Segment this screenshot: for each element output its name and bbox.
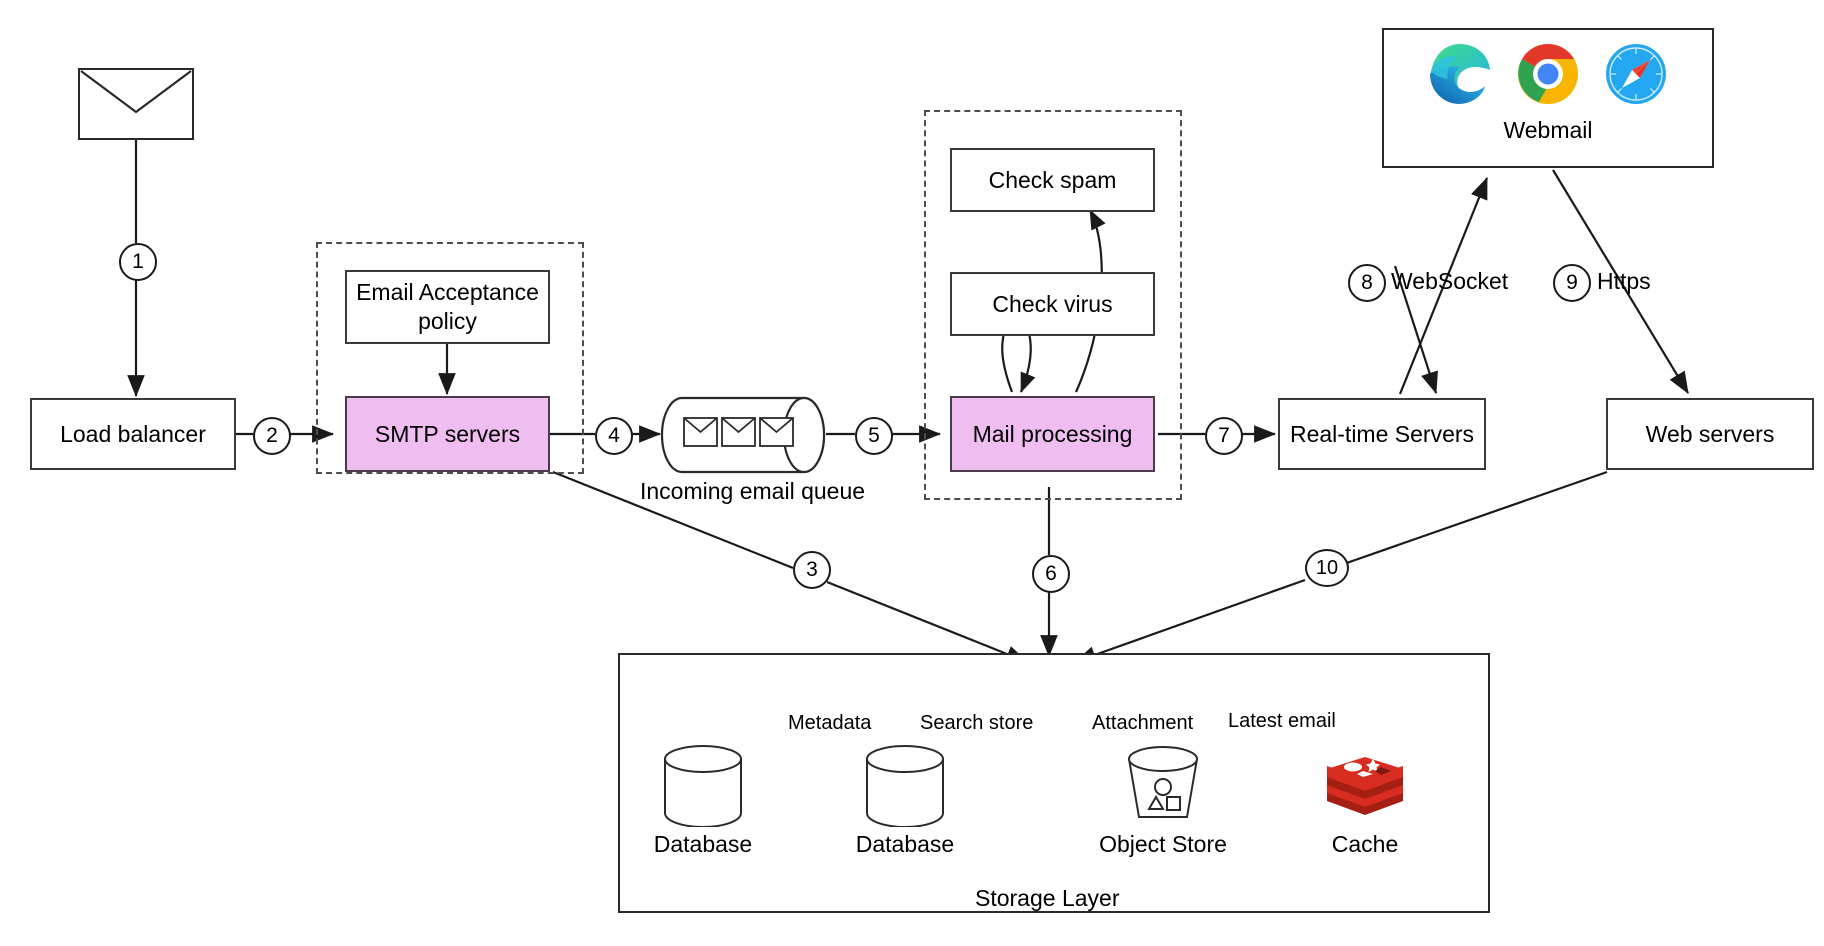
step-marker-3: 3	[793, 551, 831, 589]
step-marker-5: 5	[855, 417, 893, 455]
storage-item-search-store-database-caption: Database	[855, 831, 955, 857]
storage-item-attachment-object-store[interactable]: Object Store	[1088, 745, 1238, 858]
node-webmail-label: Webmail	[1503, 117, 1593, 143]
node-check-virus-label: Check virus	[992, 290, 1113, 317]
node-email-acceptance-policy[interactable]: Email Acceptance policy	[345, 270, 550, 344]
node-web-servers-label: Web servers	[1645, 420, 1775, 447]
node-webmail[interactable]: Webmail	[1382, 28, 1714, 168]
chrome-icon	[1516, 42, 1580, 111]
storage-edge-label-metadata: Metadata	[788, 712, 872, 734]
storage-layer-label: Storage Layer	[975, 885, 1120, 911]
step-marker-7: 7	[1205, 417, 1243, 455]
database-cylinder-icon	[830, 745, 980, 827]
storage-edge-label-attachment: Attachment	[1092, 712, 1194, 734]
step-8-label: WebSocket	[1391, 268, 1509, 294]
node-check-virus[interactable]: Check virus	[950, 272, 1155, 336]
node-incoming-email-queue[interactable]	[660, 396, 828, 474]
storage-item-latest-email-cache[interactable]: Cache	[1290, 745, 1440, 858]
step-marker-1: 1	[119, 243, 157, 281]
storage-edge-label-search-store: Search store	[920, 712, 1034, 734]
step-marker-8: 8	[1348, 264, 1386, 302]
node-load-balancer-label: Load balancer	[60, 420, 206, 447]
node-mail-processing[interactable]: Mail processing	[950, 396, 1155, 472]
storage-item-metadata-database-caption: Database	[653, 831, 753, 857]
storage-item-attachment-object-store-caption: Object Store	[1099, 831, 1227, 857]
object-store-bucket-icon	[1088, 745, 1238, 827]
node-load-balancer[interactable]: Load balancer	[30, 398, 236, 470]
safari-icon	[1604, 42, 1668, 111]
step-marker-2: 2	[253, 417, 291, 455]
node-check-spam-label: Check spam	[988, 166, 1117, 193]
browser-icon-row	[1428, 42, 1668, 111]
step-marker-9: 9	[1553, 264, 1591, 302]
node-web-servers[interactable]: Web servers	[1606, 398, 1814, 470]
step-marker-6: 6	[1032, 555, 1070, 593]
storage-item-latest-email-cache-caption: Cache	[1331, 831, 1399, 857]
node-realtime-servers-label: Real-time Servers	[1289, 420, 1475, 447]
architecture-diagram: 1 Load balancer 2 Email Acceptance polic…	[0, 0, 1824, 946]
node-mail-processing-label: Mail processing	[972, 420, 1133, 447]
incoming-email-envelope-icon	[78, 68, 194, 140]
edge-icon	[1428, 42, 1492, 111]
node-email-acceptance-policy-label: Email Acceptance policy	[356, 279, 539, 334]
node-smtp-servers-label: SMTP servers	[374, 420, 521, 447]
step-marker-10: 10	[1305, 549, 1349, 587]
storage-item-search-store-database[interactable]: Database	[830, 745, 980, 858]
storage-item-metadata-database[interactable]: Database	[628, 745, 778, 858]
database-cylinder-icon	[628, 745, 778, 827]
storage-edge-label-latest-email: Latest email	[1228, 710, 1336, 732]
redis-cache-icon	[1290, 745, 1440, 827]
node-smtp-servers[interactable]: SMTP servers	[345, 396, 550, 472]
node-realtime-servers[interactable]: Real-time Servers	[1278, 398, 1486, 470]
node-incoming-email-queue-label: Incoming email queue	[640, 478, 866, 504]
step-9-label: Https	[1597, 268, 1651, 294]
step-marker-4: 4	[595, 417, 633, 455]
node-check-spam[interactable]: Check spam	[950, 148, 1155, 212]
